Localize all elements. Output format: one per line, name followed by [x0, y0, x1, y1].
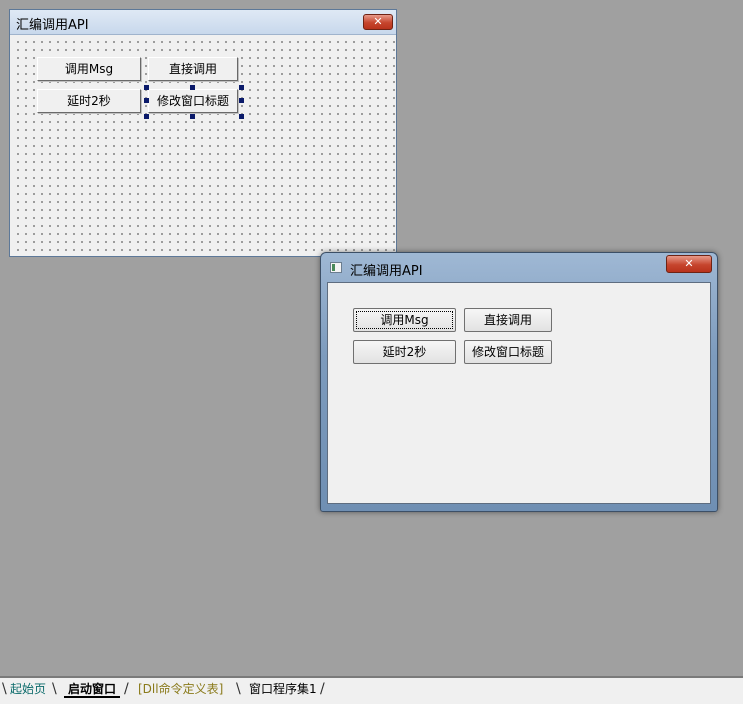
- run-window-title: 汇编调用API: [350, 264, 423, 279]
- design-button-call-msg[interactable]: 调用Msg: [37, 57, 141, 81]
- tab-start-page[interactable]: 起始页: [6, 680, 50, 698]
- selection-handle-right[interactable]: [239, 98, 244, 103]
- app-window-icon: [330, 262, 342, 273]
- tab-separator: /: [320, 681, 325, 697]
- design-form-close-button[interactable]: ✕: [363, 14, 393, 30]
- run-window-client-area: 调用Msg 直接调用 延时2秒 修改窗口标题: [327, 282, 711, 504]
- run-button-delay[interactable]: 延时2秒: [353, 340, 456, 364]
- design-form-titlebar[interactable]: 汇编调用API ✕: [10, 10, 396, 35]
- tab-startup-window[interactable]: 启动窗口: [64, 680, 121, 698]
- design-button-direct-call[interactable]: 直接调用: [148, 57, 238, 81]
- selection-handle-top-right[interactable]: [239, 85, 244, 90]
- run-window-close-button[interactable]: ✕: [666, 255, 712, 273]
- tab-window-assembly[interactable]: 窗口程序集1: [245, 680, 321, 698]
- design-button-change-title[interactable]: 修改窗口标题: [148, 89, 238, 113]
- run-button-direct-call[interactable]: 直接调用: [464, 308, 552, 332]
- selection-handle-bottom[interactable]: [190, 114, 195, 119]
- editor-tab-bar: \ 起始页 \ 启动窗口 / [Dll命令定义表] \ 窗口程序集1 /: [0, 676, 743, 704]
- run-window[interactable]: 汇编调用API ✕ 调用Msg 直接调用 延时2秒 修改窗口标题: [320, 252, 718, 512]
- selection-handle-left[interactable]: [144, 98, 149, 103]
- selection-handle-bottom-right[interactable]: [239, 114, 244, 119]
- selection-handle-bottom-left[interactable]: [144, 114, 149, 119]
- design-form-title: 汇编调用API: [16, 18, 89, 33]
- design-grid-canvas[interactable]: 调用Msg 直接调用 延时2秒 修改窗口标题: [11, 35, 395, 255]
- design-button-delay[interactable]: 延时2秒: [37, 89, 141, 113]
- tab-separator: \: [52, 681, 57, 697]
- tab-dll-command-table[interactable]: [Dll命令定义表]: [134, 680, 227, 698]
- run-button-change-title[interactable]: 修改窗口标题: [464, 340, 552, 364]
- tab-separator: /: [124, 681, 129, 697]
- run-button-call-msg[interactable]: 调用Msg: [353, 308, 456, 332]
- selection-handle-top-left[interactable]: [144, 85, 149, 90]
- selection-handle-top[interactable]: [190, 85, 195, 90]
- design-form[interactable]: 汇编调用API ✕ 调用Msg 直接调用 延时2秒 修改窗口标题: [9, 9, 397, 257]
